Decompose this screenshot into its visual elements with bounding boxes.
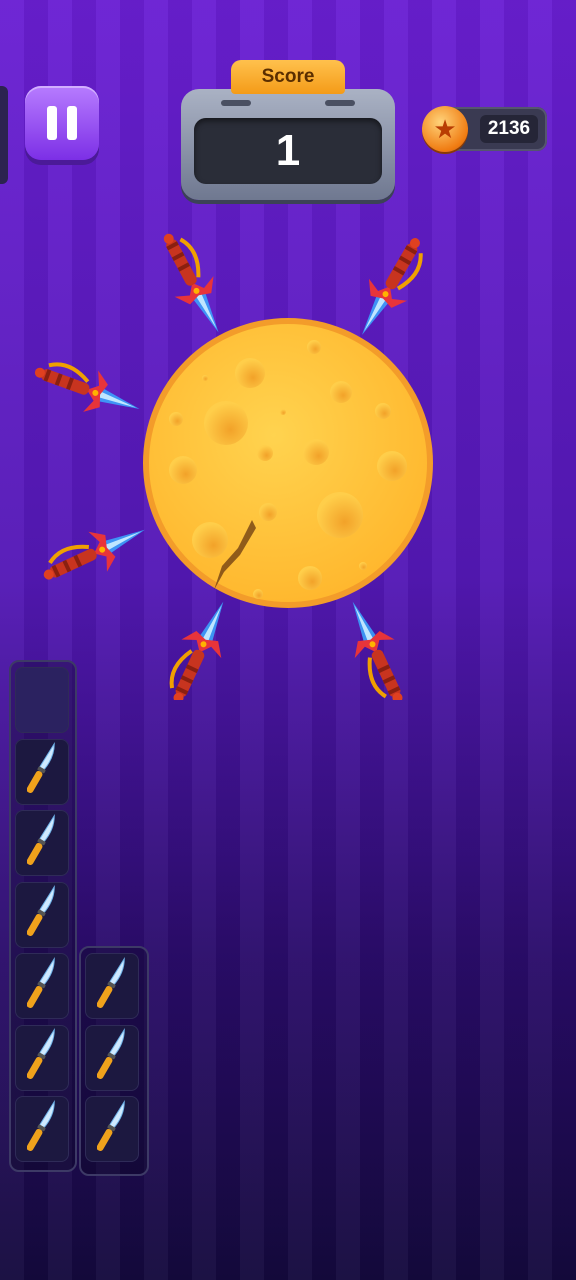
stuck-knife [340, 225, 439, 348]
knife-icon [96, 1025, 127, 1090]
stuck-knife [25, 348, 150, 432]
knife-slot-filled [15, 881, 69, 948]
stuck-knife [154, 590, 246, 700]
stuck-knife [330, 590, 422, 700]
knife-slot-filled [15, 738, 69, 805]
knife-slot-filled [15, 1024, 69, 1091]
knife-slot-filled [15, 1096, 69, 1162]
knife-slot-filled [85, 1024, 139, 1091]
knife-slot-filled [15, 953, 69, 1019]
stuck-knife [147, 224, 238, 343]
knife-slot-filled [85, 953, 139, 1019]
knife-icon [26, 882, 57, 947]
knife-icon [26, 811, 57, 876]
cheese-target[interactable] [0, 0, 576, 700]
knife-icon [96, 1097, 127, 1162]
knife-icon [26, 739, 57, 804]
knife-icon [26, 1097, 57, 1162]
knife-icon [96, 954, 127, 1019]
knife-slot-empty [15, 667, 69, 733]
knife-icon [26, 954, 57, 1019]
stuck-knife [32, 507, 157, 599]
knife-slot-filled [15, 810, 69, 876]
knife-slot-filled [85, 1096, 139, 1162]
knife-icon [26, 1025, 57, 1090]
